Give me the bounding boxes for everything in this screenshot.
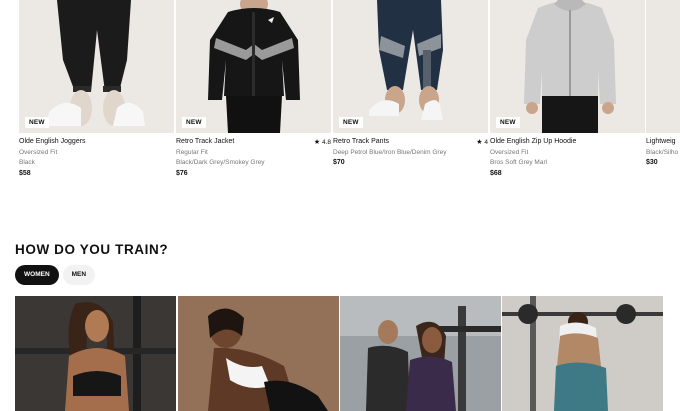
star-icon: ★ xyxy=(476,139,483,146)
product-card[interactable]: NEW Olde English Joggers Oversized Fit B… xyxy=(19,0,174,185)
product-image[interactable]: NEW xyxy=(490,0,645,133)
product-image[interactable]: NEW xyxy=(333,0,488,133)
product-image[interactable]: NEW xyxy=(19,0,174,133)
product-price: $58 xyxy=(19,170,31,177)
training-tile[interactable] xyxy=(340,296,501,411)
product-fit: Oversized Fit xyxy=(19,149,58,156)
training-image xyxy=(15,296,176,411)
product-rating: ★ 4 xyxy=(476,138,488,146)
product-colour: Black/Silho xyxy=(646,149,679,156)
tab-men[interactable]: MEN xyxy=(62,265,96,285)
product-name[interactable]: Lightweig xyxy=(646,138,676,145)
training-tile[interactable] xyxy=(502,296,663,411)
star-icon: ★ xyxy=(313,139,321,146)
product-carousel: NEW Olde English Joggers Oversized Fit B… xyxy=(0,0,680,185)
product-price: $68 xyxy=(490,170,502,177)
product-price: $70 xyxy=(333,159,345,166)
product-name[interactable]: Retro Track Jacket xyxy=(176,138,234,145)
product-rating: ★ 4.8 xyxy=(314,138,331,146)
training-image xyxy=(178,296,339,411)
new-badge: NEW xyxy=(25,117,49,128)
product-name[interactable]: Retro Track Pants xyxy=(333,138,389,145)
training-image xyxy=(502,296,663,411)
product-colour: Deep Petrol Blue/Iron Blue/Denim Grey xyxy=(333,149,447,156)
product-price: $76 xyxy=(176,170,188,177)
section-title: HOW DO YOU TRAIN? xyxy=(15,242,169,257)
product-image[interactable]: S xyxy=(646,0,680,133)
product-colour: Black/Dark Grey/Smokey Grey xyxy=(176,159,265,166)
product-card[interactable]: NEW Olde English Zip Up Hoodie Oversized… xyxy=(490,0,645,185)
rating-value: 4 xyxy=(484,139,488,146)
rating-value: 4.8 xyxy=(321,139,331,146)
training-tiles xyxy=(15,296,663,411)
training-image xyxy=(340,296,501,411)
product-colour: Black xyxy=(19,159,35,166)
training-tile[interactable] xyxy=(178,296,339,411)
product-image[interactable]: NEW xyxy=(176,0,331,133)
new-badge: NEW xyxy=(496,117,520,128)
product-colour: Bros Soft Grey Marl xyxy=(490,159,548,166)
product-card[interactable]: S Lightweig Black/Silho $30 xyxy=(646,0,680,185)
product-price: $30 xyxy=(646,159,658,166)
product-name[interactable]: Olde English Zip Up Hoodie xyxy=(490,138,576,145)
product-fit: Oversized Fit xyxy=(490,149,529,156)
product-name[interactable]: Olde English Joggers xyxy=(19,138,86,145)
training-tile[interactable] xyxy=(15,296,176,411)
new-badge: NEW xyxy=(182,117,206,128)
product-card[interactable]: NEW Retro Track Pants ★ 4 Deep Petrol Bl… xyxy=(333,0,488,185)
new-badge: NEW xyxy=(339,117,363,128)
product-fit: Regular Fit xyxy=(176,149,208,156)
product-card[interactable]: NEW Retro Track Jacket ★ 4.8 Regular Fit… xyxy=(176,0,331,185)
tab-women[interactable]: WOMEN xyxy=(15,265,59,285)
gender-tabs: WOMEN MEN xyxy=(15,265,96,285)
